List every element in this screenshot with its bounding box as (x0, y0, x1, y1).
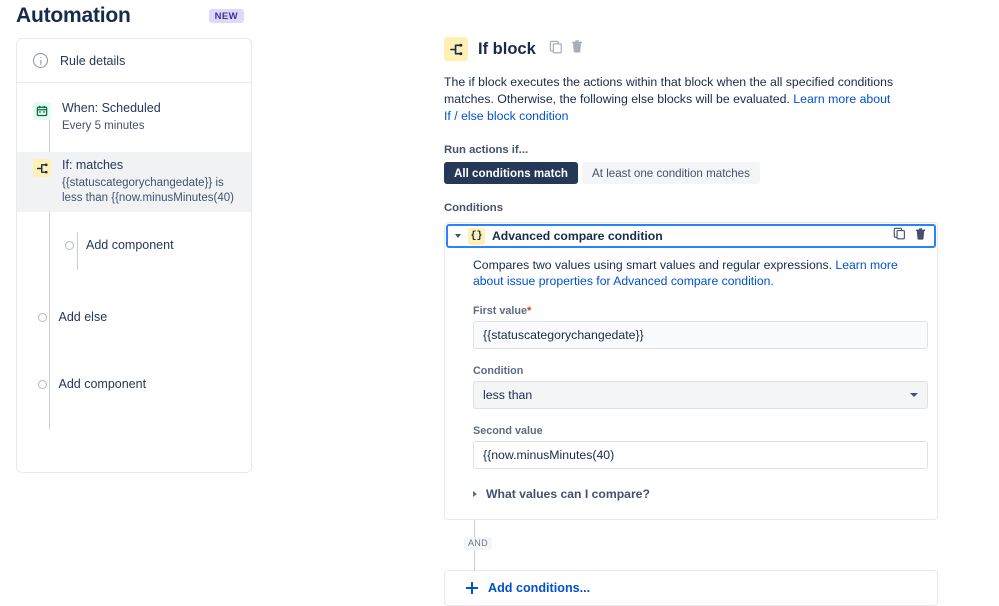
flow-node-when-subtitle: Every 5 minutes (62, 119, 161, 134)
trash-icon[interactable] (914, 227, 927, 246)
conditions-section-label: Conditions (444, 202, 984, 214)
and-chip: AND (464, 537, 492, 550)
condition-card-header[interactable]: {} Advanced compare condition (446, 224, 936, 248)
flow-node-when[interactable]: When: Scheduled Every 5 minutes (17, 95, 251, 140)
trash-icon[interactable] (570, 39, 584, 59)
and-connector: AND (444, 520, 938, 570)
braces-icon: {} (468, 228, 485, 245)
flow-node-if-subtitle: {{statuscategorychangedate}} is less tha… (62, 176, 234, 206)
first-value-input[interactable]: {{statuscategorychangedate}} (473, 321, 928, 349)
condition-card-body: Compares two values using smart values a… (445, 249, 937, 519)
flow-node-if-title: If: matches (62, 158, 234, 173)
block-actions (549, 39, 584, 59)
copy-icon[interactable] (893, 227, 906, 245)
condition-card-title: Advanced compare condition (492, 229, 886, 243)
add-conditions-label: Add conditions... (488, 581, 590, 595)
flow-node-if[interactable]: If: matches {{statuscategorychangedate}}… (17, 152, 251, 212)
condition-card-actions (893, 227, 927, 246)
condition-description: Compares two values using smart values a… (473, 257, 905, 289)
branch-connector-line (77, 232, 78, 270)
info-icon (33, 53, 48, 68)
condition-card: {} Advanced compare condition (444, 222, 938, 520)
segment-at-least-one-condition-matches[interactable]: At least one condition matches (582, 162, 760, 184)
copy-icon[interactable] (549, 40, 563, 59)
chevron-down-icon[interactable] (455, 234, 461, 238)
condition-operator-value: less than (483, 388, 532, 402)
condition-description-text: Compares two values using smart values a… (473, 258, 835, 272)
rule-flow: When: Scheduled Every 5 minutes If: matc… (17, 83, 251, 397)
add-component-label: Add component (59, 377, 147, 391)
add-component-dot-icon (38, 380, 47, 389)
first-value-label: First value* (473, 305, 909, 317)
calendar-icon (33, 102, 51, 120)
main-panel: If block The if block executes the actio… (444, 36, 984, 606)
page-header: Automation NEW (16, 0, 436, 32)
page-title: Automation (16, 4, 131, 28)
add-component-nested-button[interactable]: Add component (17, 232, 251, 258)
main-header: If block (444, 36, 984, 62)
add-component-button[interactable]: Add component (17, 371, 251, 397)
page-block-title: If block (478, 40, 536, 59)
sidebar-item-rule-details[interactable]: Rule details (17, 39, 251, 83)
first-value-label-text: First value (473, 305, 527, 317)
run-actions-label: Run actions if... (444, 144, 984, 156)
rule-details-label: Rule details (60, 54, 125, 68)
add-component-nested-label: Add component (86, 238, 174, 252)
plus-icon (466, 582, 478, 594)
add-else-button[interactable]: Add else (17, 304, 251, 330)
block-description: The if block executes the actions within… (444, 74, 899, 125)
what-values-disclosure-label: What values can I compare? (486, 487, 650, 501)
flow-node-when-title: When: Scheduled (62, 101, 161, 116)
add-node-dot-icon (65, 241, 74, 250)
required-asterisk: * (527, 305, 531, 317)
fork-icon (444, 37, 468, 61)
add-else-dot-icon (38, 313, 47, 322)
run-actions-segmented-control: All conditions match At least one condit… (444, 162, 984, 184)
add-else-label: Add else (59, 310, 108, 324)
chevron-right-icon (473, 491, 477, 497)
second-value-label: Second value (473, 425, 909, 437)
chevron-down-icon (910, 393, 918, 397)
add-conditions-button[interactable]: Add conditions... (444, 570, 938, 606)
segment-all-conditions-match[interactable]: All conditions match (444, 162, 578, 184)
new-badge: NEW (209, 9, 244, 24)
fork-icon (33, 159, 51, 177)
rule-flow-sidebar: Rule details When: Scheduled Every 5 min… (16, 38, 252, 473)
condition-operator-select[interactable]: less than (473, 381, 928, 409)
condition-operator-label: Condition (473, 365, 909, 377)
what-values-disclosure[interactable]: What values can I compare? (473, 487, 909, 501)
second-value-input[interactable]: {{now.minusMinutes(40) (473, 441, 928, 469)
